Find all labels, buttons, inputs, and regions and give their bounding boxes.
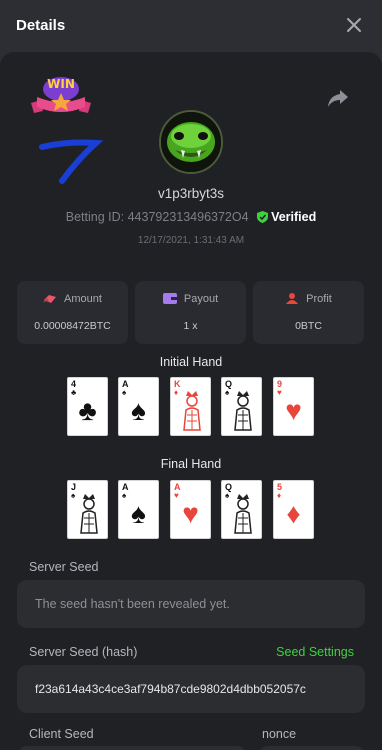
- face-card-figure-icon: [80, 494, 98, 534]
- page-title: Details: [16, 17, 66, 34]
- betting-id-label: Betting ID:: [65, 210, 125, 224]
- win-badge-text: WIN: [47, 77, 75, 91]
- nonce-field[interactable]: [258, 746, 365, 750]
- username: v1p3rbyt3s: [157, 186, 225, 201]
- win-badge-icon: WIN: [31, 77, 91, 113]
- final-hand-card-4: Q ♠: [221, 480, 262, 539]
- initial-hand-card-1: 4 ♣ ♣: [67, 377, 108, 436]
- payout-value: 1 x: [183, 320, 198, 332]
- payout-card: Payout 1 x: [135, 281, 246, 344]
- nonce-label: nonce: [262, 727, 297, 741]
- initial-hand-card-4: Q ♠: [221, 377, 262, 436]
- bet-date: 12/17/2021, 1:31:43 AM: [137, 235, 245, 246]
- initial-hand-card-2: A ♠ ♠: [118, 377, 159, 436]
- snake-avatar-icon: [161, 112, 221, 172]
- card-suit-large: ♠: [131, 498, 146, 529]
- header: Details: [0, 0, 382, 52]
- face-card-figure-icon: [234, 494, 252, 534]
- card-suit-large: ♣: [78, 395, 97, 426]
- profit-card: Profit 0BTC: [253, 281, 364, 344]
- card-suit: ♠: [225, 491, 230, 500]
- share-icon[interactable]: [327, 88, 349, 108]
- final-hand-card-1: J ♠: [67, 480, 108, 539]
- face-card-figure-icon: [234, 391, 252, 431]
- card-suit: ♦: [174, 388, 179, 397]
- profit-value: 0BTC: [295, 320, 322, 332]
- scribble-mark: [39, 139, 104, 184]
- betting-id: 443792313496372O4: [127, 210, 249, 224]
- close-icon[interactable]: [344, 15, 364, 35]
- server-seed-hash-value: f23a614a43c4ce3af794b87cde9802d4dbb05205…: [35, 682, 306, 696]
- amount-icon: [43, 295, 57, 303]
- server-seed-box: The seed hasn't been revealed yet.: [17, 580, 365, 628]
- server-seed-hash-box[interactable]: f23a614a43c4ce3af794b87cde9802d4dbb05205…: [17, 665, 365, 713]
- final-hand-card-3: A ♥ ♥: [170, 480, 211, 539]
- profit-label: Profit: [306, 293, 332, 305]
- wallet-icon: [162, 293, 177, 304]
- card-suit: ♠: [225, 388, 230, 397]
- client-seed-label: Client Seed: [29, 727, 94, 741]
- server-seed-value: The seed hasn't been revealed yet.: [35, 597, 230, 611]
- card-suit-large: ♥: [285, 395, 302, 426]
- initial-hand-card-3: K ♦: [170, 377, 211, 436]
- card-suit: ♠: [71, 491, 76, 500]
- final-hand-label: Final Hand: [160, 457, 222, 471]
- final-hand-card-2: A ♠ ♠: [118, 480, 159, 539]
- verified-label: Verified: [271, 210, 317, 224]
- profit-icon: [286, 293, 299, 304]
- initial-hand-card-5: 9 ♥ ♥: [273, 377, 314, 436]
- card-suit-large: ♦: [286, 498, 301, 529]
- initial-hand-label: Initial Hand: [159, 355, 223, 369]
- card-suit-large: ♥: [182, 498, 199, 529]
- verified-shield-icon: [257, 211, 269, 223]
- betting-id-row: Betting ID: 443792313496372O4 Verified: [0, 210, 382, 224]
- server-seed-hash-label: Server Seed (hash): [29, 645, 138, 659]
- amount-label: Amount: [64, 293, 102, 305]
- client-seed-field[interactable]: [17, 746, 247, 750]
- amount-card: Amount 0.00008472BTC: [17, 281, 128, 344]
- payout-label: Payout: [183, 293, 219, 305]
- avatar: [159, 110, 223, 174]
- face-card-figure-icon: [183, 391, 201, 431]
- seed-settings-link[interactable]: Seed Settings: [276, 645, 354, 659]
- final-hand-card-5: 5 ♦ ♦: [273, 480, 314, 539]
- amount-value: 0.00008472BTC: [34, 320, 111, 332]
- server-seed-label: Server Seed: [29, 560, 99, 574]
- card-suit-large: ♠: [131, 395, 146, 426]
